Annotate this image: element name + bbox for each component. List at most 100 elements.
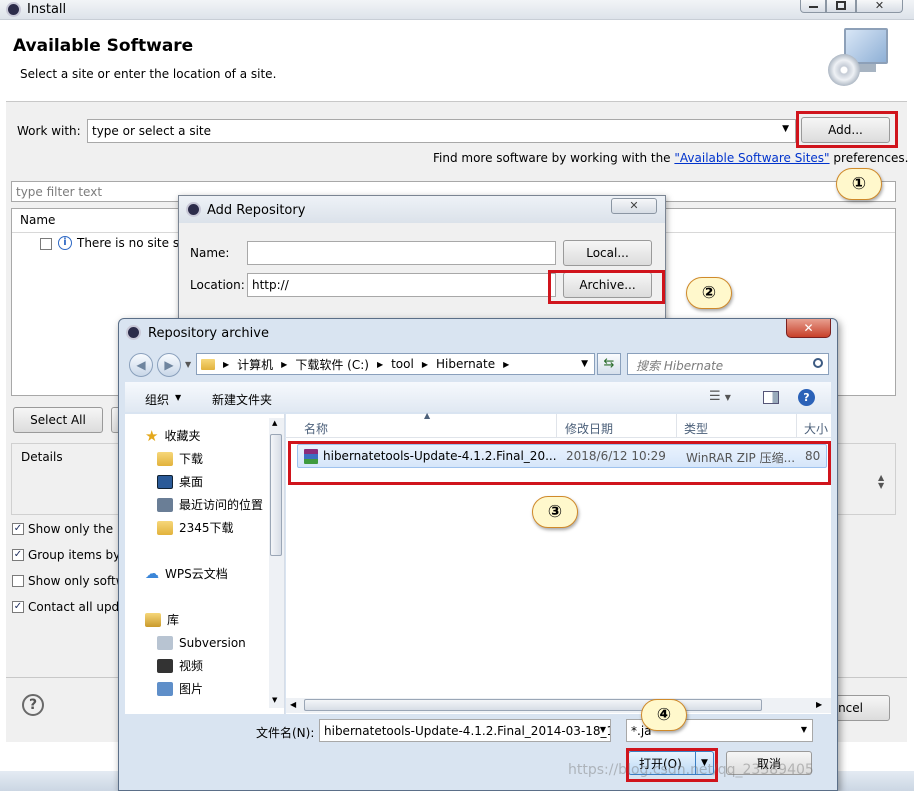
location-label: Location: (190, 278, 245, 292)
monitor-cd-icon (826, 26, 892, 88)
option-checkbox-2[interactable]: ✓ (12, 549, 24, 561)
column-size[interactable]: 大小 (804, 420, 828, 437)
filename-dropdown-icon[interactable]: ▼ (599, 725, 606, 734)
filename-input[interactable]: hibernatetools-Update-4.1.2.Final_2014-0… (319, 719, 611, 742)
subversion-icon (157, 635, 173, 650)
nav-item-recent[interactable]: 最近访问的位置 (145, 493, 284, 516)
maximize-button[interactable] (826, 0, 856, 13)
step-marker-2: ② (686, 277, 732, 309)
filename-label: 文件名(N): (256, 726, 315, 740)
breadcrumb-hibernate[interactable]: Hibernate (436, 357, 495, 371)
add-repo-close-button[interactable]: ✕ (611, 198, 657, 214)
eclipse-icon (126, 325, 141, 340)
view-options-icon[interactable]: ☰ ▼ (709, 389, 731, 404)
filetype-dropdown-icon[interactable]: ▼ (801, 725, 807, 734)
nav-scrollbar-thumb[interactable] (270, 434, 282, 556)
option-checkbox-1[interactable]: ✓ (12, 523, 24, 535)
watermark: https://blog.csdn.net/qq_23389405 (568, 762, 814, 778)
column-date[interactable]: 修改日期 (565, 420, 613, 437)
organize-menu[interactable]: 组织 (145, 391, 169, 408)
breadcrumb-tool[interactable]: tool (391, 357, 414, 371)
organize-dropdown-icon[interactable]: ▼ (175, 393, 181, 402)
work-with-combo[interactable]: type or select a site ▼ (87, 119, 796, 143)
search-box[interactable]: 搜索 Hibernate (627, 353, 829, 375)
work-with-value: type or select a site (92, 124, 212, 138)
local-button[interactable]: Local... (563, 240, 652, 266)
nav-item-desktop[interactable]: 桌面 (145, 470, 284, 493)
column-name[interactable]: 名称 (304, 420, 328, 437)
column-type[interactable]: 类型 (684, 420, 708, 437)
library-icon (145, 612, 161, 627)
nav-scrollbar[interactable]: ▲ ▼ (269, 418, 284, 708)
install-window-title: Install (27, 2, 67, 17)
option-checkbox-3[interactable] (12, 575, 24, 587)
nav-item-subversion[interactable]: Subversion (145, 631, 284, 654)
highlight-archive (548, 270, 665, 304)
info-icon: i (58, 236, 72, 250)
refresh-button[interactable]: ⇆ (597, 353, 621, 375)
step-marker-1: ① (836, 168, 882, 200)
close-button[interactable]: ✕ (856, 0, 903, 13)
star-icon: ★ (145, 426, 159, 445)
breadcrumb-computer[interactable]: 计算机 (237, 356, 273, 373)
no-site-text: There is no site s (77, 236, 180, 250)
file-list-hscrollbar[interactable]: ◀ ▶ (286, 698, 831, 713)
minimize-button[interactable] (800, 0, 826, 13)
folder-icon (201, 358, 215, 370)
breadcrumb-drive[interactable]: 下载软件 (C:) (295, 356, 369, 373)
add-repository-titlebar: Add Repository ✕ (179, 196, 665, 223)
name-label: Name: (190, 246, 230, 260)
sort-arrow-icon: ▲ (424, 411, 431, 420)
details-scroll-icon[interactable]: ▲ ▼ (878, 474, 884, 490)
downloads-folder-icon (157, 451, 173, 466)
find-more-text: Find more software by working with the "… (433, 151, 909, 165)
option-label-2: Group items by (28, 548, 121, 562)
file-dialog-close-button[interactable]: ✕ (786, 319, 831, 338)
option-label-4: Contact all upd (28, 600, 120, 614)
favorites-header[interactable]: ★ 收藏夹 (145, 424, 284, 447)
desktop-icon (157, 474, 173, 489)
cloud-icon: ☁ (145, 565, 159, 582)
nav-item-downloads[interactable]: 下载 (145, 447, 284, 470)
install-titlebar: Install ✕ (0, 0, 914, 20)
back-button[interactable]: ◀ (129, 353, 153, 377)
available-sites-link[interactable]: "Available Software Sites" (674, 151, 829, 165)
file-list-header: ▲ 名称 修改日期 类型 大小 (286, 411, 831, 438)
dropdown-arrow-icon: ▼ (782, 124, 789, 134)
history-dropdown-icon[interactable]: ▼ (185, 360, 191, 369)
install-header: Available Software Select a site or ente… (6, 22, 907, 102)
site-checkbox[interactable] (40, 238, 52, 250)
address-bar[interactable]: ▶ 计算机 ▶ 下载软件 (C:) ▶ tool ▶ Hibernate ▶ ▼ (196, 353, 595, 375)
help-icon[interactable]: ? (798, 389, 815, 406)
add-repository-dialog: Add Repository ✕ Name: Local... Location… (178, 195, 666, 325)
eclipse-icon (186, 202, 201, 217)
option-checkbox-4[interactable]: ✓ (12, 601, 24, 613)
forward-button[interactable]: ▶ (157, 353, 181, 377)
filter-placeholder: type filter text (16, 184, 103, 199)
preview-pane-icon[interactable] (763, 391, 779, 404)
pictures-icon (157, 681, 173, 696)
option-label-1: Show only the la (28, 522, 128, 536)
highlight-file (288, 441, 831, 485)
select-all-button[interactable]: Select All (13, 407, 103, 433)
search-icon (813, 358, 823, 368)
eclipse-icon (6, 2, 21, 17)
new-folder-button[interactable]: 新建文件夹 (212, 391, 272, 408)
nav-item-2345[interactable]: 2345下载 (145, 516, 284, 539)
help-icon[interactable]: ? (22, 694, 44, 716)
hscroll-thumb[interactable] (304, 699, 762, 711)
nav-item-videos[interactable]: 视频 (145, 654, 284, 677)
address-dropdown-icon[interactable]: ▼ (581, 359, 588, 369)
nav-item-wps[interactable]: ☁ WPS云文档 (145, 562, 284, 585)
nav-item-pictures[interactable]: 图片 (145, 677, 284, 700)
navigation-pane[interactable]: ★ 收藏夹 下载 桌面 最近访问的位置 2345下载 ☁ WPS云文档 库 Subv… (125, 414, 285, 714)
recent-places-icon (157, 497, 173, 512)
add-repository-title: Add Repository (207, 203, 306, 218)
location-input[interactable]: http:// (247, 273, 556, 297)
page-subtitle: Select a site or enter the location of a… (20, 67, 277, 81)
folder-icon (157, 520, 173, 535)
name-input[interactable] (247, 241, 556, 265)
option-label-3: Show only softw (28, 574, 126, 588)
library-header[interactable]: 库 (145, 608, 284, 631)
file-dialog-title: Repository archive (148, 326, 269, 341)
